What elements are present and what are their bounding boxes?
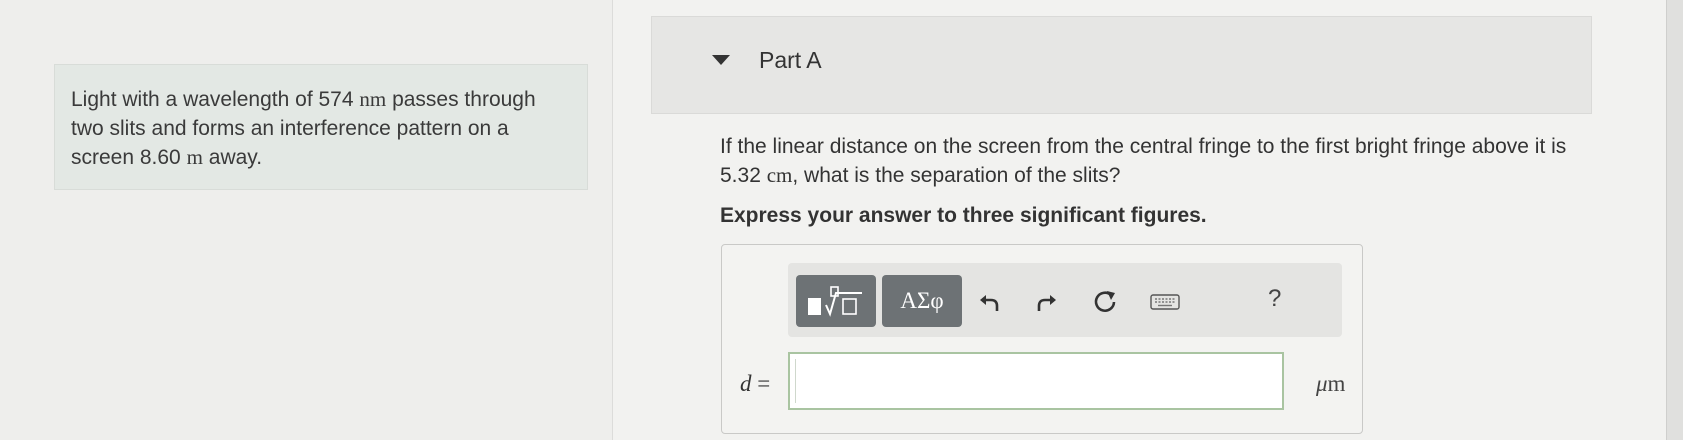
undo-icon — [980, 295, 999, 311]
question-text: If the linear distance on the screen fro… — [720, 132, 1600, 190]
problem-unit-m: m — [186, 145, 203, 169]
part-title[interactable]: Part A — [759, 47, 822, 74]
answer-panel: ΑΣφ ? d = μm — [721, 244, 1363, 434]
greek-symbols-label: ΑΣφ — [900, 288, 944, 313]
problem-text-1b: passes through — [392, 88, 536, 111]
problem-statement: Light with a wavelength of 574 nm passes… — [54, 64, 588, 190]
variable-d: d — [740, 371, 752, 396]
undo-button[interactable] — [974, 287, 1004, 317]
problem-text-2: two slits and forms an interference patt… — [71, 117, 509, 140]
input-cursor — [795, 359, 796, 403]
answer-input[interactable] — [788, 352, 1284, 410]
keyboard-icon — [1150, 294, 1180, 310]
answer-variable-label: d = — [740, 371, 770, 397]
equals-sign: = — [757, 371, 771, 396]
templates-icon — [808, 286, 862, 317]
answer-unit: μm — [1316, 371, 1345, 397]
scrollbar[interactable] — [1666, 0, 1683, 440]
greek-symbols-button[interactable]: ΑΣφ — [882, 275, 962, 327]
problem-unit-nm: nm — [359, 87, 387, 111]
redo-icon — [1037, 295, 1056, 311]
problem-text-3a: screen 8.60 — [71, 146, 181, 169]
reset-button[interactable] — [1090, 287, 1120, 317]
question-unit: cm — [766, 163, 793, 187]
question-line-2: , what is the separation of the slits? — [792, 164, 1121, 187]
unit-mu: μ — [1316, 371, 1328, 396]
collapse-caret-icon[interactable] — [712, 55, 730, 65]
right-panel: Part A If the linear distance on the scr… — [613, 0, 1683, 440]
left-panel: Light with a wavelength of 574 nm passes… — [0, 0, 613, 440]
unit-m: m — [1327, 371, 1346, 396]
redo-button[interactable] — [1032, 287, 1062, 317]
question-value: 5.32 — [720, 164, 761, 187]
math-toolbar: ΑΣφ ? — [788, 263, 1342, 337]
question-line-1: If the linear distance on the screen fro… — [720, 135, 1567, 158]
reset-icon — [1094, 291, 1116, 312]
problem-text-1a: Light with a wavelength of 574 — [71, 88, 354, 111]
help-button[interactable]: ? — [1268, 285, 1281, 313]
keyboard-button[interactable] — [1150, 287, 1180, 317]
part-header[interactable]: Part A — [651, 16, 1592, 114]
templates-button[interactable] — [796, 275, 876, 327]
problem-text-3b: away. — [208, 146, 263, 169]
answer-instruction: Express your answer to three significant… — [720, 204, 1207, 227]
